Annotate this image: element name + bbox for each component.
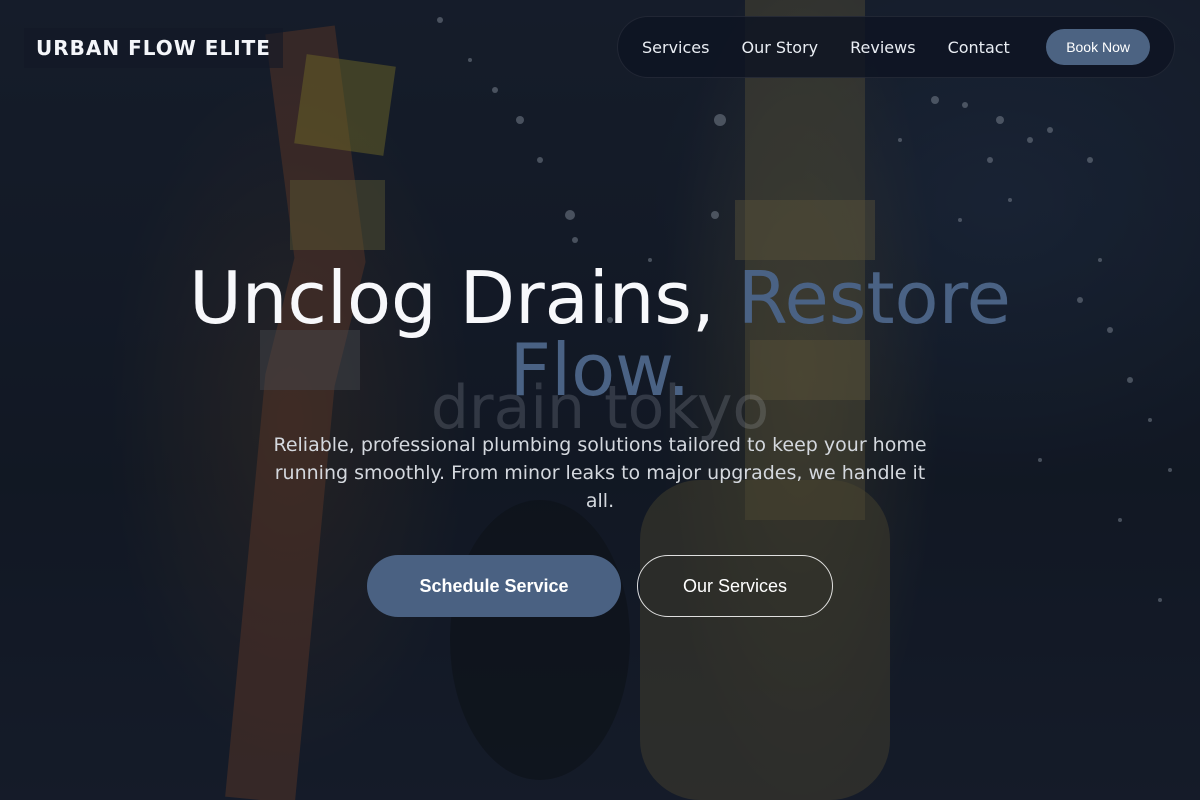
schedule-service-button[interactable]: Schedule Service (367, 555, 621, 617)
hero-section: Unclog Drains, Restore Flow. drain tokyo… (0, 0, 1200, 800)
hero-subtitle: Reliable, professional plumbing solution… (273, 434, 927, 512)
our-services-button[interactable]: Our Services (637, 555, 833, 617)
